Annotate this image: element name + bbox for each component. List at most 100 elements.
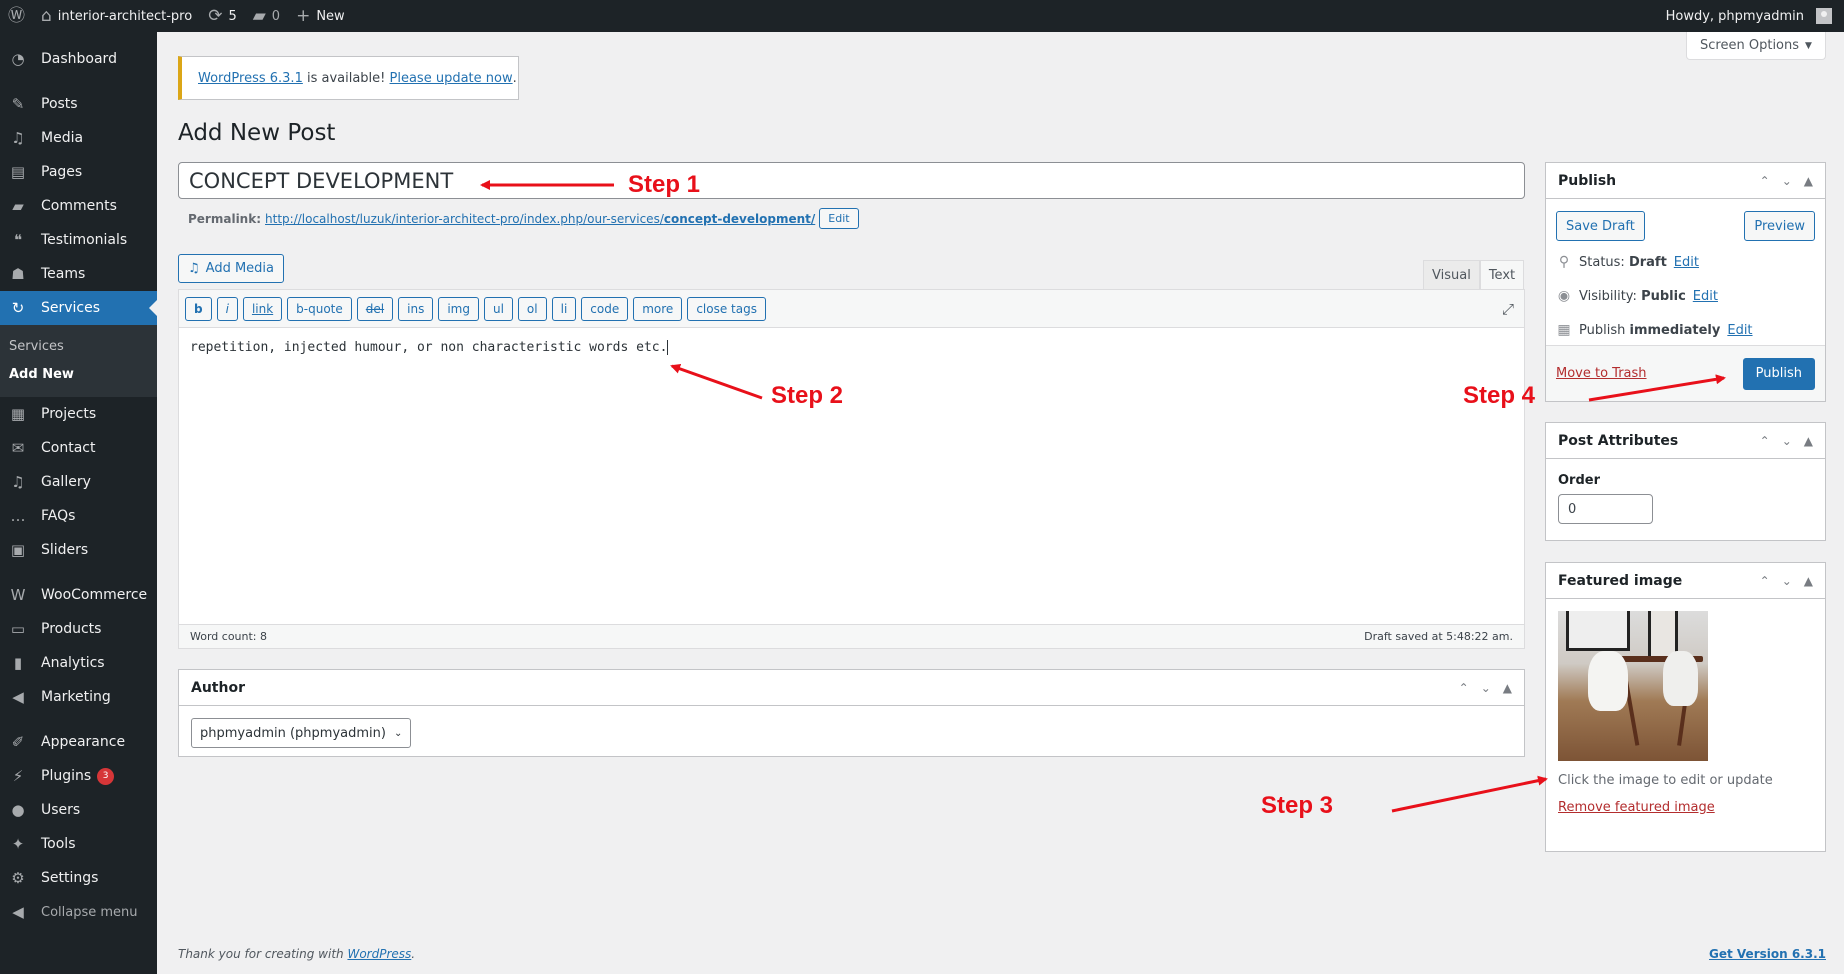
sidebar-item-media[interactable]: ♫ Media bbox=[0, 121, 157, 155]
permalink-slug: concept-development/ bbox=[663, 211, 816, 226]
qt-italic-button[interactable]: i bbox=[216, 296, 238, 321]
sidebar-item-gallery[interactable]: ♫ Gallery bbox=[0, 465, 157, 499]
step1-label: Step 1 bbox=[628, 171, 701, 198]
sidebar-item-projects[interactable]: ▦ Projects bbox=[0, 397, 157, 431]
editor-tabs: Visual Text bbox=[1423, 260, 1525, 290]
move-up-icon[interactable]: ⌃ bbox=[1760, 574, 1770, 588]
new-content-link[interactable]: + New bbox=[288, 0, 353, 32]
toggle-panel-icon[interactable]: ▲ bbox=[1503, 681, 1512, 695]
sidebar-item-comments[interactable]: ▰ Comments bbox=[0, 189, 157, 223]
sidebar-item-label: Services bbox=[41, 300, 101, 316]
qt-img-button[interactable]: img bbox=[438, 296, 479, 321]
teams-icon: ☗ bbox=[11, 265, 25, 283]
move-up-icon[interactable]: ⌃ bbox=[1760, 434, 1770, 448]
settings-icon: ⚙ bbox=[11, 869, 25, 887]
add-media-button[interactable]: ♫ Add Media bbox=[178, 254, 285, 283]
qt-more-button[interactable]: more bbox=[633, 296, 683, 321]
sidebar-item-dashboard[interactable]: ◔ Dashboard bbox=[0, 42, 157, 76]
sidebar-item-testimonials[interactable]: ❝ Testimonials bbox=[0, 223, 157, 257]
screen-options-button[interactable]: Screen Options ▼ bbox=[1686, 32, 1826, 60]
toggle-panel-icon[interactable]: ▲ bbox=[1804, 174, 1813, 188]
order-input[interactable]: 0 bbox=[1558, 494, 1653, 524]
move-down-icon[interactable]: ⌄ bbox=[1481, 681, 1491, 695]
wordpress-version-link[interactable]: WordPress 6.3.1 bbox=[198, 71, 303, 86]
step4-label: Step 4 bbox=[1463, 382, 1536, 409]
author-select[interactable]: phpmyadmin (phpmyadmin) ⌄ bbox=[191, 718, 412, 748]
tab-visual[interactable]: Visual bbox=[1423, 260, 1480, 290]
qt-blockquote-button[interactable]: b-quote bbox=[287, 296, 352, 321]
sidebar-item-posts[interactable]: ✎ Posts bbox=[0, 87, 157, 121]
toggle-panel-icon[interactable]: ▲ bbox=[1804, 574, 1813, 588]
content-textarea[interactable]: repetition, injected humour, or non char… bbox=[179, 328, 1524, 367]
updates-link[interactable]: ⟳ 5 bbox=[200, 0, 245, 32]
save-draft-button[interactable]: Save Draft bbox=[1556, 211, 1645, 241]
admin-sidebar: ◔ Dashboard ✎ Posts ♫ Media ▤ Pages ▰ Comment… bbox=[0, 32, 157, 974]
sidebar-item-faqs[interactable]: … FAQs bbox=[0, 499, 157, 533]
submenu-item-add-new[interactable]: Add New bbox=[0, 361, 157, 389]
move-down-icon[interactable]: ⌄ bbox=[1782, 434, 1792, 448]
qt-link-button[interactable]: link bbox=[242, 296, 283, 321]
toggle-panel-icon[interactable]: ▲ bbox=[1804, 434, 1813, 448]
sidebar-item-pages[interactable]: ▤ Pages bbox=[0, 155, 157, 189]
sidebar-item-teams[interactable]: ☗ Teams bbox=[0, 257, 157, 291]
move-to-trash-link[interactable]: Move to Trash bbox=[1556, 366, 1647, 381]
sidebar-item-contact[interactable]: ✉ Contact bbox=[0, 431, 157, 465]
sidebar-item-plugins[interactable]: ⚡ Plugins 3 bbox=[0, 759, 157, 793]
wp-logo-menu[interactable]: Ⓦ bbox=[0, 0, 33, 32]
publish-button[interactable]: Publish bbox=[1742, 357, 1815, 390]
get-version-link[interactable]: Get Version 6.3.1 bbox=[1709, 947, 1826, 961]
sidebar-item-tools[interactable]: ✦ Tools bbox=[0, 827, 157, 861]
sidebar-item-services[interactable]: ↻ Services bbox=[0, 291, 157, 325]
sidebar-item-woocommerce[interactable]: W WooCommerce bbox=[0, 578, 157, 612]
move-down-icon[interactable]: ⌄ bbox=[1782, 574, 1792, 588]
update-now-link[interactable]: Please update now bbox=[390, 71, 513, 86]
sliders-icon: ▣ bbox=[10, 541, 26, 559]
sidebar-item-label: Analytics bbox=[41, 655, 105, 671]
qt-li-button[interactable]: li bbox=[551, 296, 577, 321]
qt-close-tags-button[interactable]: close tags bbox=[687, 296, 766, 321]
permalink-link[interactable]: http://localhost/luzuk/interior-architec… bbox=[265, 212, 815, 226]
preview-button[interactable]: Preview bbox=[1744, 211, 1815, 241]
qt-code-button[interactable]: code bbox=[581, 296, 629, 321]
edit-status-link[interactable]: Edit bbox=[1674, 255, 1699, 270]
qt-ul-button[interactable]: ul bbox=[483, 296, 513, 321]
remove-featured-image-link[interactable]: Remove featured image bbox=[1546, 788, 1825, 815]
comments-link[interactable]: ▰ 0 bbox=[245, 0, 288, 32]
wordpress-link[interactable]: WordPress bbox=[347, 947, 411, 961]
collapse-menu-button[interactable]: ◀ Collapse menu bbox=[0, 895, 157, 929]
my-account-menu[interactable]: Howdy, phpmyadmin bbox=[1658, 0, 1844, 32]
move-up-icon[interactable]: ⌃ bbox=[1760, 174, 1770, 188]
sidebar-item-marketing[interactable]: ◀ Marketing bbox=[0, 680, 157, 714]
sidebar-item-sliders[interactable]: ▣ Sliders bbox=[0, 533, 157, 567]
site-name-link[interactable]: ⌂ interior-architect-pro bbox=[33, 0, 200, 32]
footer-thanks: Thank you for creating with WordPress. bbox=[178, 947, 415, 961]
move-down-icon[interactable]: ⌄ bbox=[1782, 174, 1792, 188]
edit-schedule-link[interactable]: Edit bbox=[1727, 323, 1752, 338]
analytics-icon: ▮ bbox=[13, 654, 23, 672]
qt-ins-button[interactable]: ins bbox=[398, 296, 434, 321]
services-submenu: Services Add New bbox=[0, 325, 157, 397]
sidebar-item-label: Sliders bbox=[41, 542, 89, 558]
qt-bold-button[interactable]: b bbox=[185, 296, 212, 321]
qt-ol-button[interactable]: ol bbox=[517, 296, 547, 321]
dashboard-icon: ◔ bbox=[11, 50, 25, 68]
sidebar-item-label: Settings bbox=[41, 870, 99, 886]
qt-del-button[interactable]: del bbox=[356, 296, 394, 321]
tab-text[interactable]: Text bbox=[1479, 260, 1525, 290]
edit-visibility-link[interactable]: Edit bbox=[1693, 289, 1718, 304]
sidebar-item-appearance[interactable]: ✐ Appearance bbox=[0, 725, 157, 759]
schedule-row: ▦ Publish immediately Edit bbox=[1546, 313, 1825, 347]
admin-bar: Ⓦ ⌂ interior-architect-pro ⟳ 5 ▰ 0 + New… bbox=[0, 0, 1844, 32]
submenu-item-services[interactable]: Services bbox=[0, 333, 157, 361]
sidebar-item-analytics[interactable]: ▮ Analytics bbox=[0, 646, 157, 680]
post-title-input[interactable]: CONCEPT DEVELOPMENT bbox=[178, 162, 1525, 199]
notice-end: . bbox=[512, 70, 517, 86]
sidebar-item-users[interactable]: ● Users bbox=[0, 793, 157, 827]
move-up-icon[interactable]: ⌃ bbox=[1459, 681, 1469, 695]
step3-arrow bbox=[1391, 775, 1548, 813]
featured-image-thumbnail[interactable] bbox=[1558, 611, 1708, 761]
sidebar-item-products[interactable]: ▭ Products bbox=[0, 612, 157, 646]
fullscreen-icon[interactable]: ⤢ bbox=[1502, 300, 1514, 318]
edit-permalink-button[interactable]: Edit bbox=[819, 208, 859, 229]
sidebar-item-settings[interactable]: ⚙ Settings bbox=[0, 861, 157, 895]
